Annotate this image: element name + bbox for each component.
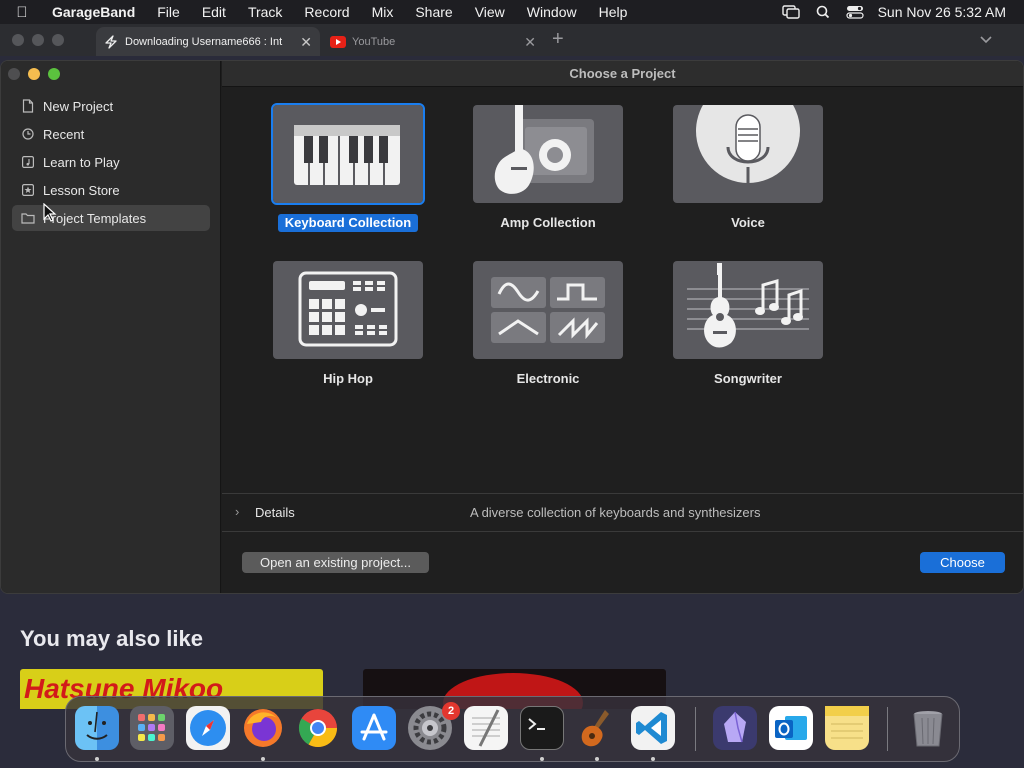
sidebar-item-learn-to-play[interactable]: Learn to Play bbox=[12, 149, 210, 175]
window-minimize-button[interactable] bbox=[28, 68, 40, 80]
obsidian-icon[interactable] bbox=[713, 706, 757, 750]
drum-machine-icon bbox=[298, 271, 398, 347]
menu-track[interactable]: Track bbox=[237, 4, 293, 20]
template-label: Electronic bbox=[516, 371, 580, 386]
window-title: Choose a Project bbox=[222, 61, 1023, 87]
menu-app-name[interactable]: GarageBand bbox=[44, 4, 146, 20]
chevron-down-icon[interactable] bbox=[979, 35, 993, 45]
clock-text[interactable]: Sun Nov 26 5:32 AM bbox=[878, 4, 1006, 20]
control-center-icon[interactable] bbox=[845, 5, 864, 19]
tab-youtube[interactable]: YouTube ✕ bbox=[322, 27, 544, 56]
folder-icon bbox=[21, 213, 35, 224]
new-tab-icon[interactable]: + bbox=[552, 28, 564, 51]
microphone-icon bbox=[696, 105, 800, 191]
mouse-cursor-icon bbox=[43, 203, 57, 222]
firefox-icon[interactable] bbox=[241, 706, 285, 750]
section-heading: You may also like bbox=[20, 626, 204, 651]
screen-mirroring-icon[interactable] bbox=[781, 5, 800, 19]
keyboard-icon bbox=[294, 125, 400, 185]
guitar-amp-icon bbox=[494, 105, 594, 194]
notes-icon[interactable] bbox=[825, 706, 869, 750]
sidebar-item-project-templates[interactable]: Project Templates bbox=[12, 205, 210, 231]
template-label: Keyboard Collection bbox=[273, 214, 423, 232]
details-bar: › Details A diverse collection of keyboa… bbox=[222, 493, 1023, 532]
outlook-icon[interactable] bbox=[769, 706, 813, 750]
template-label: Amp Collection bbox=[500, 215, 596, 230]
template-amp-collection[interactable] bbox=[473, 105, 623, 203]
browser-close-button[interactable] bbox=[12, 34, 24, 46]
template-area: Choose a Project Keyboard Collection Amp… bbox=[222, 61, 1023, 593]
template-label: Songwriter bbox=[714, 371, 782, 386]
finder-icon[interactable] bbox=[75, 706, 119, 750]
clock-icon bbox=[22, 128, 34, 140]
bolt-icon bbox=[105, 34, 117, 49]
terminal-icon[interactable] bbox=[520, 706, 564, 750]
tab-title: YouTube bbox=[352, 35, 396, 48]
sidebar-item-label: Lesson Store bbox=[43, 182, 120, 198]
menu-help[interactable]: Help bbox=[588, 4, 639, 20]
sidebar-item-label: Recent bbox=[43, 126, 85, 142]
sidebar: New Project Recent Learn to Play Lesson … bbox=[1, 61, 221, 593]
project-chooser-window: New Project Recent Learn to Play Lesson … bbox=[0, 60, 1024, 594]
star-icon bbox=[22, 184, 34, 196]
window-close-button[interactable] bbox=[8, 68, 20, 80]
tab-close-icon[interactable]: ✕ bbox=[524, 34, 536, 51]
sidebar-item-label: Project Templates bbox=[43, 210, 147, 226]
template-voice[interactable] bbox=[673, 105, 823, 203]
menu-record[interactable]: Record bbox=[293, 4, 360, 20]
menu-window[interactable]: Window bbox=[516, 4, 588, 20]
waveforms-icon bbox=[491, 277, 605, 343]
dock: 2 bbox=[65, 696, 960, 762]
template-songwriter[interactable] bbox=[673, 261, 823, 359]
browser-minimize-button[interactable] bbox=[32, 34, 44, 46]
template-label: Hip Hop bbox=[323, 371, 373, 386]
music-note-icon bbox=[22, 156, 34, 168]
sidebar-item-recent[interactable]: Recent bbox=[12, 121, 210, 147]
document-icon bbox=[22, 99, 34, 113]
window-zoom-button[interactable] bbox=[48, 68, 60, 80]
browser-zoom-button[interactable] bbox=[52, 34, 64, 46]
chrome-icon[interactable] bbox=[296, 706, 340, 750]
menu-mix[interactable]: Mix bbox=[361, 4, 405, 20]
sidebar-item-label: New Project bbox=[43, 98, 114, 114]
sidebar-item-new-project[interactable]: New Project bbox=[12, 93, 210, 119]
details-toggle[interactable]: Details bbox=[255, 505, 295, 520]
sidebar-item-label: Learn to Play bbox=[43, 154, 120, 170]
trash-icon[interactable] bbox=[906, 706, 950, 750]
browser-tab-strip: Downloading Username666 : Int ✕ YouTube … bbox=[0, 24, 1024, 56]
menu-edit[interactable]: Edit bbox=[191, 4, 237, 20]
notification-badge: 2 bbox=[442, 702, 460, 720]
menu-share[interactable]: Share bbox=[404, 4, 463, 20]
app-store-icon[interactable] bbox=[352, 706, 396, 750]
launchpad-icon[interactable] bbox=[130, 706, 174, 750]
tab-close-icon[interactable]: ✕ bbox=[300, 34, 312, 51]
template-electronic[interactable] bbox=[473, 261, 623, 359]
safari-icon[interactable] bbox=[186, 706, 230, 750]
tab-title: Downloading Username666 : Int bbox=[125, 35, 283, 48]
vscode-icon[interactable] bbox=[631, 706, 675, 750]
garageband-icon[interactable] bbox=[575, 706, 619, 750]
menu-file[interactable]: File bbox=[146, 4, 191, 20]
menu-view[interactable]: View bbox=[464, 4, 516, 20]
youtube-icon bbox=[330, 35, 346, 48]
template-hip-hop[interactable] bbox=[273, 261, 423, 359]
tab-downloading[interactable]: Downloading Username666 : Int ✕ bbox=[96, 27, 320, 56]
choose-button[interactable]: Choose bbox=[920, 552, 1005, 573]
apple-menu-icon[interactable]:  bbox=[0, 4, 44, 21]
menu-bar:  GarageBand File Edit Track Record Mix … bbox=[0, 0, 1024, 24]
sidebar-item-lesson-store[interactable]: Lesson Store bbox=[12, 177, 210, 203]
template-label: Voice bbox=[731, 215, 765, 230]
chevron-right-icon[interactable]: › bbox=[235, 504, 239, 519]
textedit-icon[interactable] bbox=[464, 706, 508, 750]
template-description: A diverse collection of keyboards and sy… bbox=[470, 505, 761, 520]
template-keyboard-collection[interactable] bbox=[271, 103, 425, 205]
search-icon[interactable] bbox=[814, 5, 832, 19]
acoustic-guitar-icon bbox=[687, 263, 809, 348]
open-existing-project-button[interactable]: Open an existing project... bbox=[242, 552, 429, 573]
